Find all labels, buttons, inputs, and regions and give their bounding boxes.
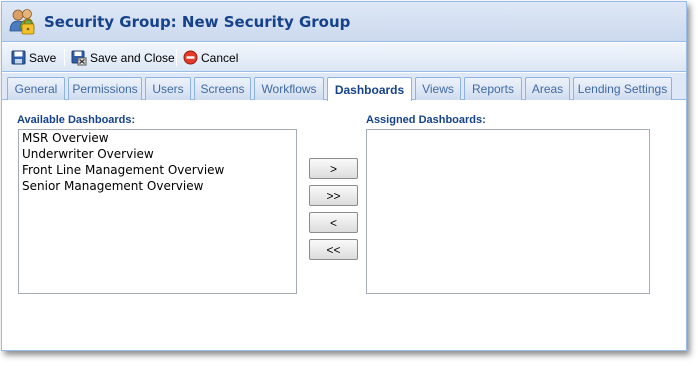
cancel-label: Cancel [201, 50, 239, 65]
save-and-close-label: Save and Close [90, 50, 175, 65]
available-dashboards-label: Available Dashboards: [17, 114, 136, 126]
tab-views[interactable]: Views [415, 77, 461, 100]
tab-lending-settings[interactable]: Lending Settings [573, 77, 672, 100]
remove-one-button[interactable]: < [309, 212, 358, 233]
assigned-dashboards-list[interactable] [366, 129, 650, 294]
tab-areas[interactable]: Areas [525, 77, 570, 100]
tab-general[interactable]: General [7, 77, 65, 100]
toolbar-separator [176, 49, 177, 66]
assigned-dashboards-label: Assigned Dashboards: [366, 114, 486, 126]
window-title: Security Group: New Security Group [44, 13, 351, 31]
save-label: Save [29, 50, 57, 65]
toolbar-separator [64, 49, 65, 66]
list-item[interactable]: MSR Overview [19, 130, 296, 146]
list-item[interactable]: Front Line Management Overview [19, 162, 296, 178]
cancel-icon [183, 50, 198, 65]
save-and-close-button[interactable]: Save and Close [71, 47, 175, 68]
remove-all-button[interactable]: << [309, 239, 358, 260]
list-item[interactable]: Underwriter Overview [19, 146, 296, 162]
cancel-button[interactable]: Cancel [183, 47, 238, 68]
toolbar: Save Save and Close Cancel [2, 43, 686, 72]
tab-reports[interactable]: Reports [464, 77, 522, 100]
security-group-window: Security Group: New Security Group Save … [1, 1, 687, 351]
security-group-icon [9, 9, 35, 35]
save-icon [11, 50, 26, 65]
tab-workflows[interactable]: Workflows [254, 77, 324, 100]
tab-screens[interactable]: Screens [194, 77, 251, 100]
tab-permissions[interactable]: Permissions [68, 77, 142, 100]
save-button[interactable]: Save [11, 47, 56, 68]
window-titlebar: Security Group: New Security Group [2, 2, 686, 42]
list-item[interactable]: Senior Management Overview [19, 178, 296, 194]
tab-dashboards[interactable]: Dashboards [327, 77, 412, 101]
add-one-button[interactable]: > [309, 158, 358, 179]
tab-strip: General Permissions Users Screens Workfl… [2, 73, 686, 101]
add-all-button[interactable]: >> [309, 185, 358, 206]
dashboards-panel: Available Dashboards: MSR Overview Underw… [2, 101, 686, 350]
save-close-icon [71, 50, 87, 65]
tab-users[interactable]: Users [145, 77, 191, 100]
available-dashboards-list[interactable]: MSR Overview Underwriter Overview Front Li… [18, 129, 297, 294]
